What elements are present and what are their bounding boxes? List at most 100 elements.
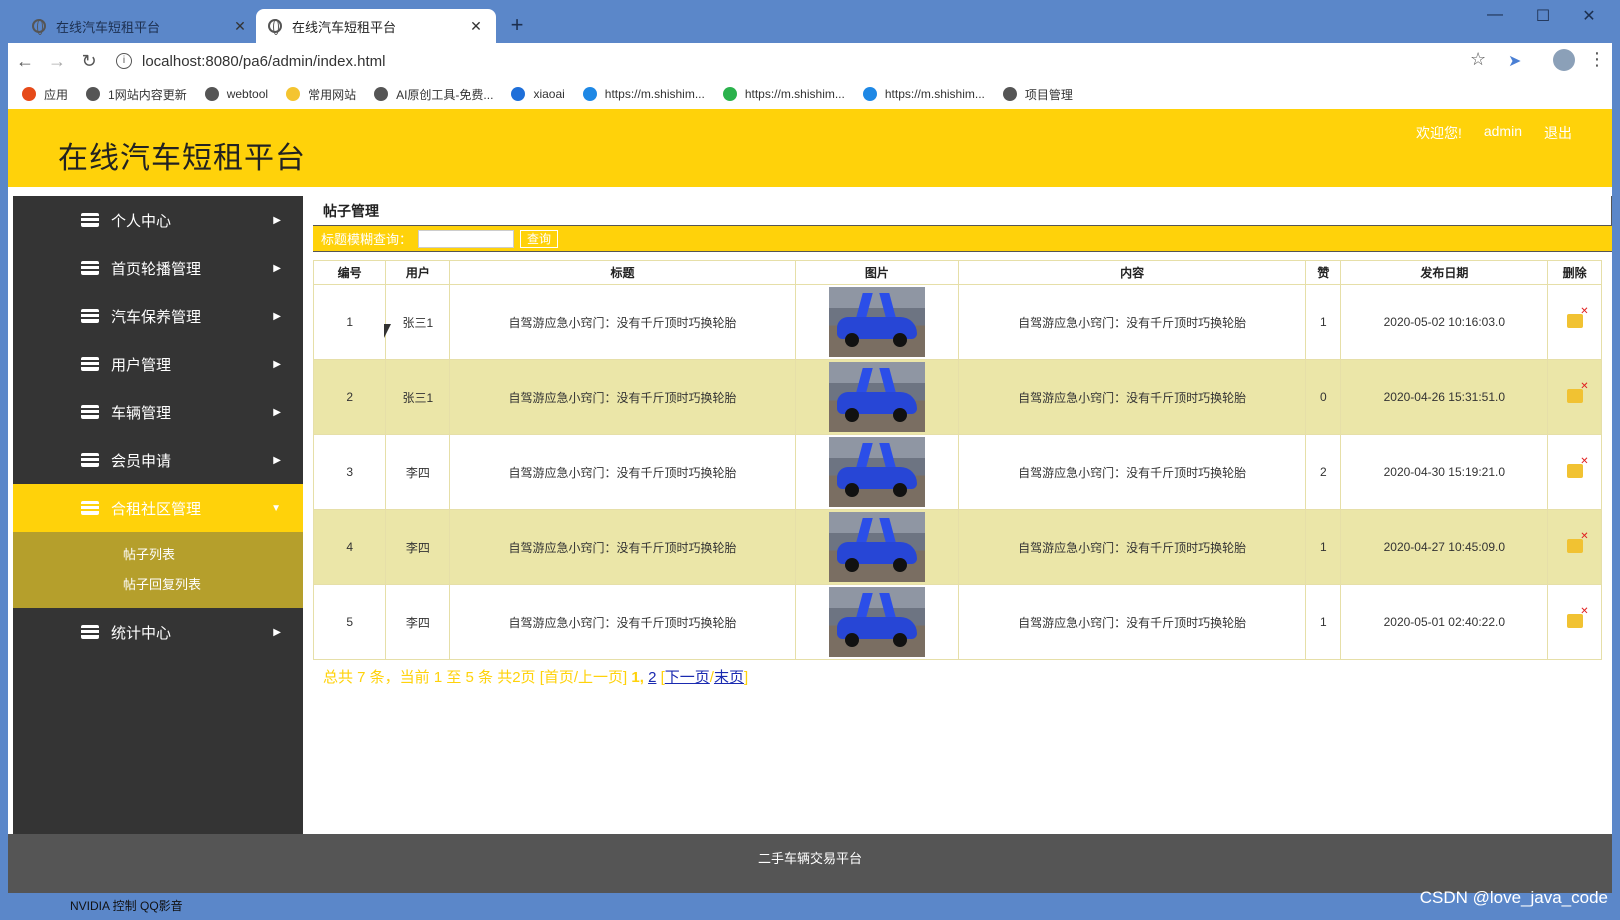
delete-icon[interactable] xyxy=(1566,381,1589,403)
close-icon[interactable]: ✕ xyxy=(232,18,248,35)
submenu-item[interactable]: 帖子列表 xyxy=(13,540,303,570)
cell-id: 4 xyxy=(312,509,387,585)
pager-current-page: 1, xyxy=(631,669,644,686)
sidebar-item[interactable]: 个人中心 ▶ xyxy=(13,196,303,244)
pager-next[interactable]: 下一页 xyxy=(665,669,710,686)
avatar[interactable] xyxy=(1553,49,1575,71)
globe-icon xyxy=(268,19,282,35)
bookmark-item[interactable]: https://m.shishim... xyxy=(722,87,845,101)
sidebar-item-label: 汽车保养管理 xyxy=(111,308,202,326)
search-button[interactable]: 查询 xyxy=(520,229,559,248)
stack-icon xyxy=(81,309,99,323)
cell-content: 自驾游应急小窍门：没有千斤顶时巧换轮胎 xyxy=(957,284,1307,360)
sidebar-item[interactable]: 合租社区管理 ▼ xyxy=(13,484,303,532)
forward-arrow-icon[interactable]: → xyxy=(42,51,72,72)
bookmark-item[interactable]: https://m.shishim... xyxy=(582,87,705,101)
cell-id: 3 xyxy=(312,434,387,510)
pager-page-2[interactable]: 2 xyxy=(648,669,656,686)
maximize-button[interactable]: ☐ xyxy=(1528,6,1558,26)
sidebar-item[interactable]: 会员申请 ▶ xyxy=(13,436,303,484)
submenu-item[interactable]: 帖子回复列表 xyxy=(13,570,303,600)
cell-likes: 1 xyxy=(1305,284,1342,360)
table-row: 2 张三1 自驾游应急小窍门：没有千斤顶时巧换轮胎 自驾游应急小窍门：没有千斤顶时巧换… xyxy=(312,359,1602,435)
caret-right-icon: ▶ xyxy=(273,214,281,226)
bookmark-item[interactable]: xiaoai xyxy=(511,87,565,101)
minimize-button[interactable]: — xyxy=(1480,6,1510,24)
cell-likes: 1 xyxy=(1305,509,1342,585)
bookmark-label: 1网站内容更新 xyxy=(108,87,187,102)
sidebar-item[interactable]: 首页轮播管理 ▶ xyxy=(13,244,303,292)
bookmark-item[interactable]: webtool xyxy=(204,87,268,101)
back-arrow-icon[interactable]: ← xyxy=(10,51,40,72)
window-close-button[interactable]: ✕ xyxy=(1574,6,1604,26)
cell-user: 李四 xyxy=(385,509,451,585)
new-tab-button[interactable]: + xyxy=(505,12,529,38)
cell-id: 1 xyxy=(312,284,387,360)
sidebar-item[interactable]: 车辆管理 ▶ xyxy=(13,388,303,436)
bookmark-item[interactable]: 1网站内容更新 xyxy=(86,86,187,103)
bookmark-item[interactable]: AI原创工具-免费... xyxy=(374,86,493,103)
globe-icon xyxy=(32,19,46,35)
info-icon[interactable]: i xyxy=(116,53,132,69)
cell-likes: 2 xyxy=(1305,434,1342,510)
bookmark-icon xyxy=(722,87,737,101)
cell-delete xyxy=(1547,509,1602,585)
cell-image xyxy=(794,434,960,510)
sidebar-item-label: 统计中心 xyxy=(111,624,172,642)
apps-grid-icon xyxy=(22,87,36,101)
bookmark-label: 应用 xyxy=(44,87,69,102)
cell-date: 2020-05-02 10:16:03.0 xyxy=(1340,284,1549,360)
search-input[interactable] xyxy=(418,229,515,248)
bookmark-icon xyxy=(862,87,877,101)
bookmark-label: https://m.shishim... xyxy=(884,87,985,101)
sidebar: 个人中心 ▶ 首页轮播管理 ▶ 汽车保养管理 ▶ 用户管理 ▶ 车辆管理 ▶ 会员申请 ▶ 合租社区管理… xyxy=(13,196,303,857)
car-thumbnail[interactable] xyxy=(828,287,925,357)
bookmark-item[interactable]: 常用网站 xyxy=(286,86,356,103)
bookmark-item[interactable]: 项目管理 xyxy=(1002,86,1073,103)
browser-tab-2[interactable]: 在线汽车短租平台 ✕ xyxy=(256,9,496,43)
tab-label: 在线汽车短租平台 xyxy=(292,19,397,35)
cell-likes: 1 xyxy=(1305,584,1342,660)
delete-icon[interactable] xyxy=(1566,306,1589,328)
reload-icon[interactable]: ↻ xyxy=(74,51,104,72)
cell-delete xyxy=(1547,284,1602,360)
extension-icon[interactable]: ➤ xyxy=(1508,51,1521,71)
car-thumbnail[interactable] xyxy=(828,587,925,657)
taskbar: NVIDIA 控制 QQ影音 xyxy=(0,893,1620,920)
bookmark-item[interactable]: https://m.shishim... xyxy=(862,87,985,101)
bookmark-label: xiaoai xyxy=(533,87,565,101)
car-thumbnail[interactable] xyxy=(828,362,925,432)
cell-date: 2020-04-27 10:45:09.0 xyxy=(1340,509,1549,585)
pager-summary: 总共 7 条，当前 1 至 5 条 共2页 [首页/上一页] xyxy=(323,669,628,686)
caret-right-icon: ▶ xyxy=(273,406,281,418)
main-content: 帖子管理 标题模糊查询： 查询 编号 用户 标题 图片 内容赞发布日期 删除 1 张三1 自驾… xyxy=(312,196,1612,687)
bookmark-item[interactable]: 应用 xyxy=(22,86,68,103)
delete-icon[interactable] xyxy=(1566,606,1589,628)
bookmark-label: 常用网站 xyxy=(308,87,357,102)
watermark: CSDN @love_java_code xyxy=(1419,888,1608,907)
cell-image xyxy=(794,359,960,435)
menu-kebab-icon[interactable]: ⋮ xyxy=(1588,49,1606,70)
logout-link[interactable]: 退出 xyxy=(1544,123,1572,143)
car-thumbnail[interactable] xyxy=(828,512,925,582)
sidebar-item-label: 个人中心 xyxy=(111,212,172,230)
site-footer: 二手车辆交易平台 xyxy=(8,834,1612,894)
cell-id: 2 xyxy=(312,359,387,435)
bookmark-icon xyxy=(86,87,101,101)
user-link[interactable]: admin xyxy=(1484,123,1522,143)
sidebar-item[interactable]: 统计中心 ▶ xyxy=(13,608,303,656)
delete-icon[interactable] xyxy=(1566,456,1589,478)
bookmark-star-icon[interactable]: ☆ xyxy=(1470,49,1486,70)
pager-last[interactable]: 末页 xyxy=(714,669,744,686)
url-text[interactable]: localhost:8080/pa6/admin/index.html xyxy=(142,53,386,70)
close-icon[interactable]: ✕ xyxy=(468,18,484,35)
site-header: 在线汽车短租平台 欢迎您! admin 退出 xyxy=(8,109,1612,187)
cell-date: 2020-04-26 15:31:51.0 xyxy=(1340,359,1549,435)
sidebar-item[interactable]: 用户管理 ▶ xyxy=(13,340,303,388)
browser-tab-1[interactable]: 在线汽车短租平台 ✕ xyxy=(20,9,260,43)
car-thumbnail[interactable] xyxy=(828,437,925,507)
cell-title: 自驾游应急小窍门：没有千斤顶时巧换轮胎 xyxy=(449,509,796,585)
delete-icon[interactable] xyxy=(1566,531,1589,553)
sidebar-item[interactable]: 汽车保养管理 ▶ xyxy=(13,292,303,340)
address-bar[interactable]: i localhost:8080/pa6/admin/index.html xyxy=(116,46,1476,76)
